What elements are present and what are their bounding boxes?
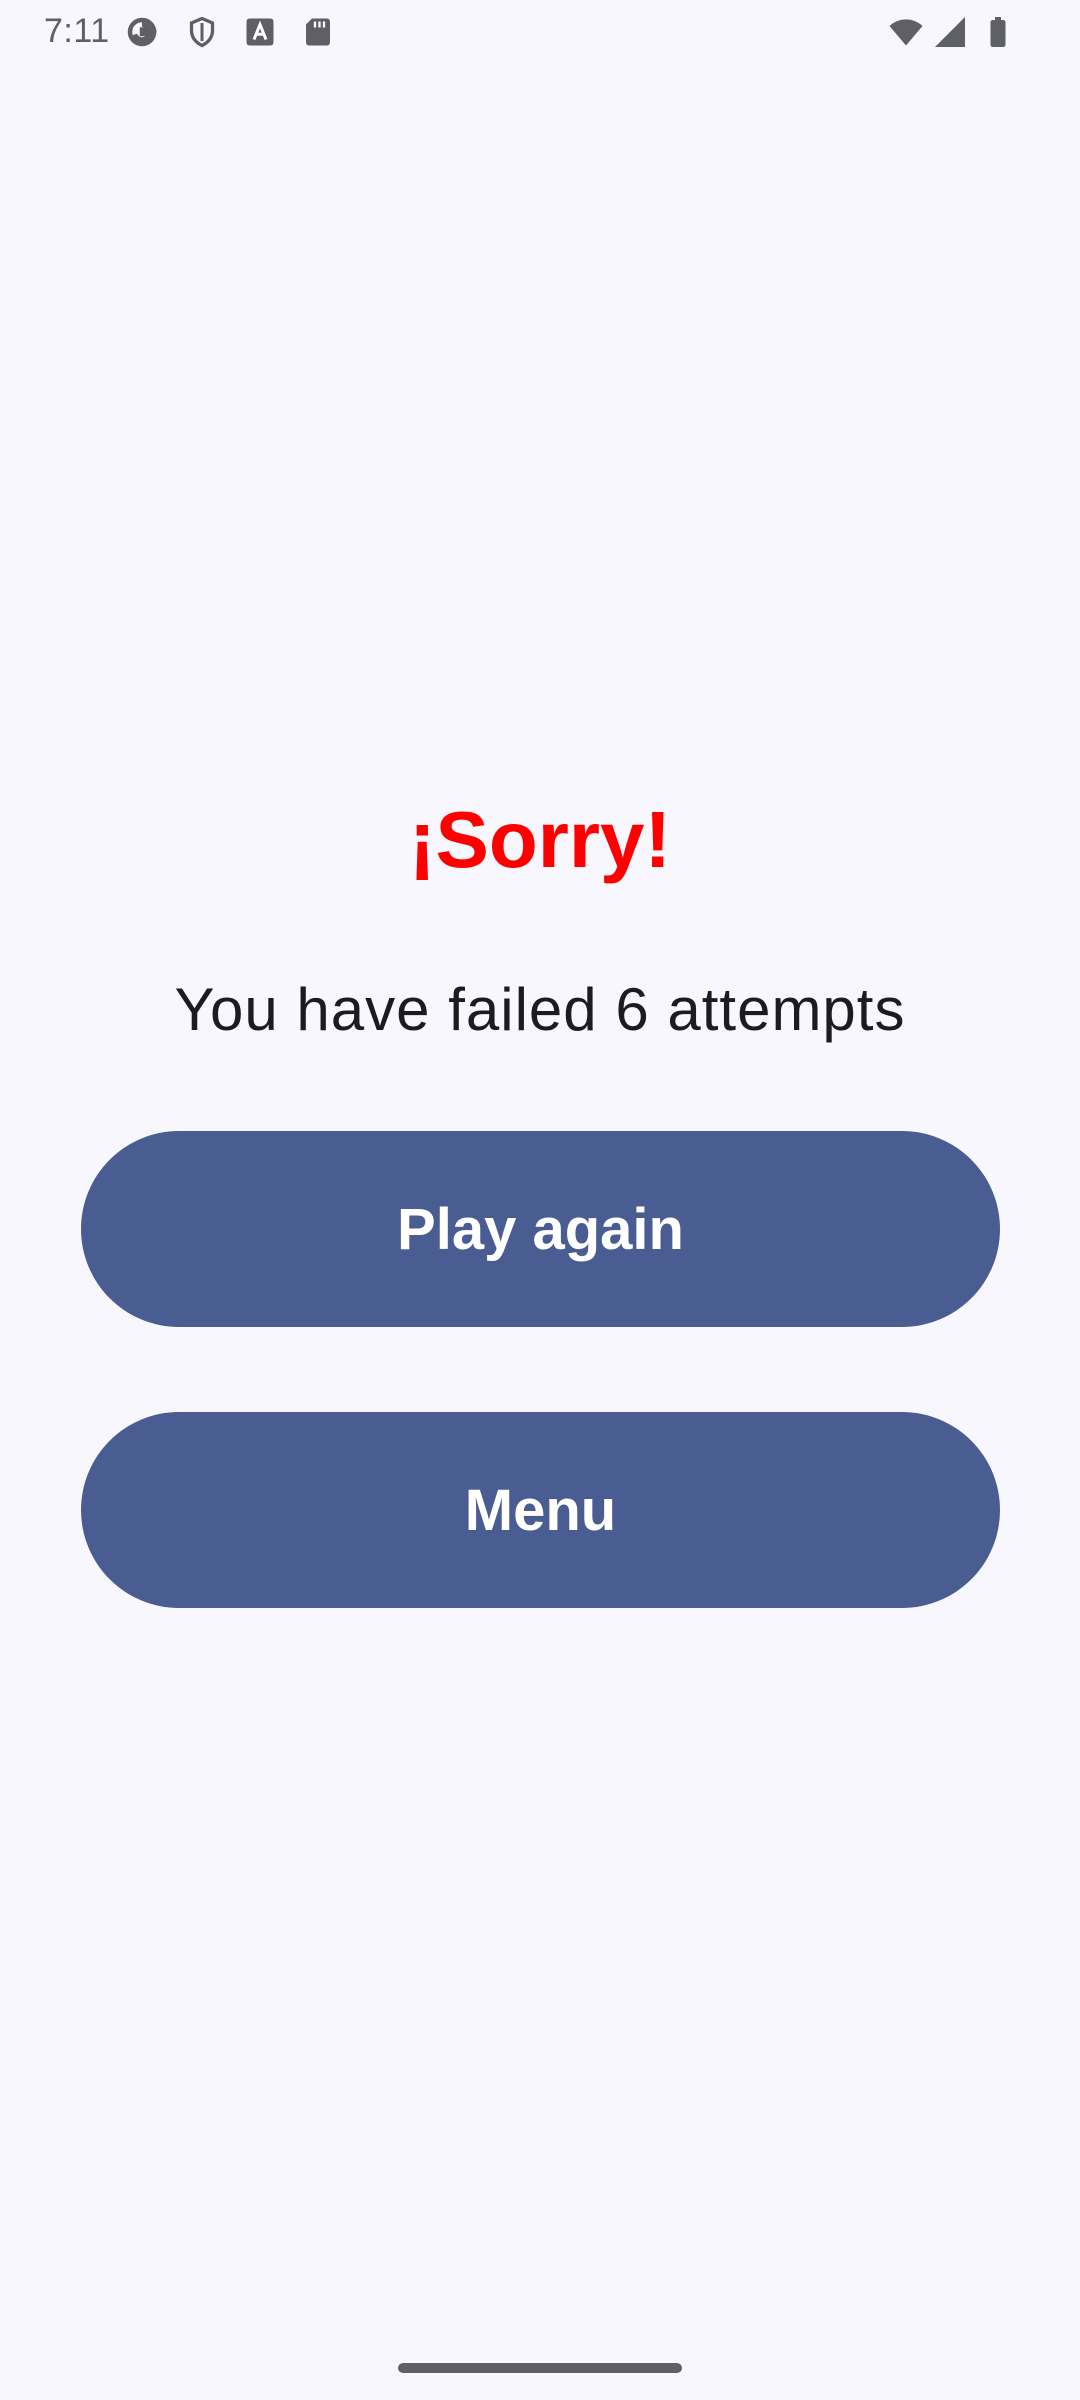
wifi-icon xyxy=(888,14,924,50)
play-again-button[interactable]: Play again xyxy=(81,1131,1000,1327)
failed-attempts-message: You have failed 6 attempts xyxy=(174,976,906,1043)
battery-icon xyxy=(980,14,1016,50)
font-a-icon xyxy=(242,14,278,50)
signal-icon xyxy=(932,14,968,50)
home-indicator[interactable] xyxy=(398,2363,682,2373)
sd-card-icon xyxy=(300,14,336,50)
game-over-screen: 7:11 ¡Sorry! You have failed 6 attempts … xyxy=(0,0,1080,2400)
menu-button[interactable]: Menu xyxy=(81,1412,1000,1608)
status-time: 7:11 xyxy=(44,12,110,50)
status-bar: 7:11 xyxy=(0,0,1080,64)
google-icon xyxy=(124,14,160,50)
shield-icon xyxy=(184,14,220,50)
game-over-title: ¡Sorry! xyxy=(408,795,672,884)
